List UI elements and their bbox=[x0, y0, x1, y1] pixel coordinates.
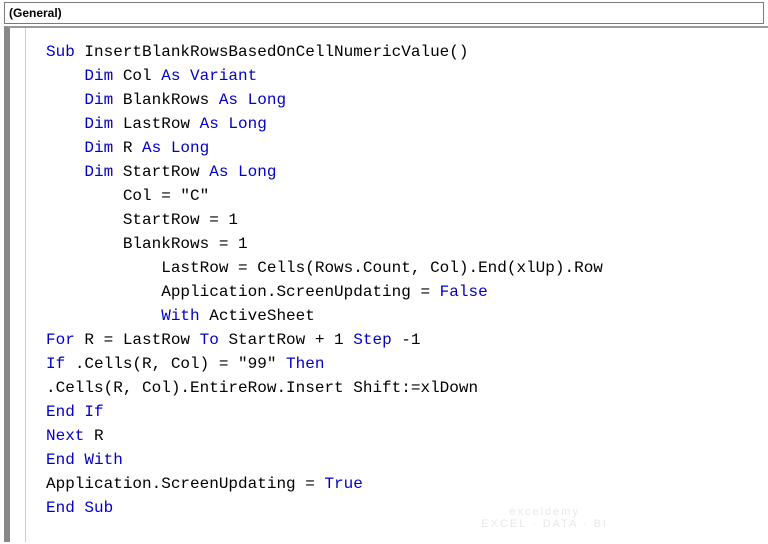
keyword-token: End Sub bbox=[46, 499, 113, 517]
code-line: Dim StartRow As Long bbox=[46, 160, 768, 184]
keyword-token: As Long bbox=[219, 91, 286, 109]
text-token: StartRow bbox=[123, 163, 209, 181]
text-token: R = LastRow bbox=[84, 331, 199, 349]
code-line: Col = "C" bbox=[46, 184, 768, 208]
text-token: Col bbox=[123, 67, 161, 85]
text-token: LastRow = Cells(Rows.Count, Col).End(xlU… bbox=[161, 259, 603, 277]
code-pane: Sub InsertBlankRowsBasedOnCellNumericVal… bbox=[4, 26, 768, 542]
code-line: Application.ScreenUpdating = False bbox=[46, 280, 768, 304]
code-line: .Cells(R, Col).EntireRow.Insert Shift:=x… bbox=[46, 376, 768, 400]
code-line: For R = LastRow To StartRow + 1 Step -1 bbox=[46, 328, 768, 352]
code-line: Next R bbox=[46, 424, 768, 448]
text-token: LastRow bbox=[123, 115, 200, 133]
text-token: ActiveSheet bbox=[209, 307, 315, 325]
text-token: Col = "C" bbox=[123, 187, 209, 205]
keyword-token: Then bbox=[286, 355, 324, 373]
text-token: R bbox=[123, 139, 142, 157]
keyword-token: Next bbox=[46, 427, 94, 445]
keyword-token: Dim bbox=[84, 139, 122, 157]
keyword-token: True bbox=[324, 475, 362, 493]
text-token: InsertBlankRowsBasedOnCellNumericValue() bbox=[84, 43, 468, 61]
keyword-token: Step bbox=[353, 331, 401, 349]
keyword-token: As Variant bbox=[161, 67, 257, 85]
text-token: R bbox=[94, 427, 104, 445]
text-token: StartRow = 1 bbox=[123, 211, 238, 229]
object-dropdown-label: (General) bbox=[5, 6, 66, 20]
keyword-token: Sub bbox=[46, 43, 84, 61]
keyword-token: Dim bbox=[84, 67, 122, 85]
code-line: Dim LastRow As Long bbox=[46, 112, 768, 136]
keyword-token: End If bbox=[46, 403, 104, 421]
keyword-token: Dim bbox=[84, 115, 122, 133]
keyword-token: For bbox=[46, 331, 84, 349]
code-line: Dim Col As Variant bbox=[46, 64, 768, 88]
text-token: BlankRows bbox=[123, 91, 219, 109]
text-token: -1 bbox=[401, 331, 420, 349]
margin-ruler bbox=[20, 28, 26, 542]
text-token: .Cells(R, Col) = "99" bbox=[75, 355, 286, 373]
keyword-token: As Long bbox=[142, 139, 209, 157]
code-line: Dim R As Long bbox=[46, 136, 768, 160]
code-line: LastRow = Cells(Rows.Count, Col).End(xlU… bbox=[46, 256, 768, 280]
keyword-token: Dim bbox=[84, 91, 122, 109]
code-line: BlankRows = 1 bbox=[46, 232, 768, 256]
text-token: BlankRows = 1 bbox=[123, 235, 248, 253]
keyword-token: Dim bbox=[84, 163, 122, 181]
text-token: .Cells(R, Col).EntireRow.Insert Shift:=x… bbox=[46, 379, 478, 397]
code-line: With ActiveSheet bbox=[46, 304, 768, 328]
keyword-token: If bbox=[46, 355, 75, 373]
code-line: End Sub bbox=[46, 496, 768, 520]
code-line: End If bbox=[46, 400, 768, 424]
keyword-token: To bbox=[200, 331, 229, 349]
keyword-token: With bbox=[161, 307, 209, 325]
text-token: Application.ScreenUpdating = bbox=[46, 475, 324, 493]
text-token: StartRow + 1 bbox=[228, 331, 353, 349]
keyword-token: End With bbox=[46, 451, 123, 469]
keyword-token: As Long bbox=[200, 115, 267, 133]
code-line: If .Cells(R, Col) = "99" Then bbox=[46, 352, 768, 376]
code-line: Application.ScreenUpdating = True bbox=[46, 472, 768, 496]
code-area[interactable]: Sub InsertBlankRowsBasedOnCellNumericVal… bbox=[10, 28, 768, 520]
object-dropdown[interactable]: (General) bbox=[4, 2, 764, 24]
keyword-token: False bbox=[440, 283, 488, 301]
code-line: StartRow = 1 bbox=[46, 208, 768, 232]
code-line: Sub InsertBlankRowsBasedOnCellNumericVal… bbox=[46, 40, 768, 64]
keyword-token: As Long bbox=[209, 163, 276, 181]
code-line: End With bbox=[46, 448, 768, 472]
code-line: Dim BlankRows As Long bbox=[46, 88, 768, 112]
text-token: Application.ScreenUpdating = bbox=[161, 283, 439, 301]
